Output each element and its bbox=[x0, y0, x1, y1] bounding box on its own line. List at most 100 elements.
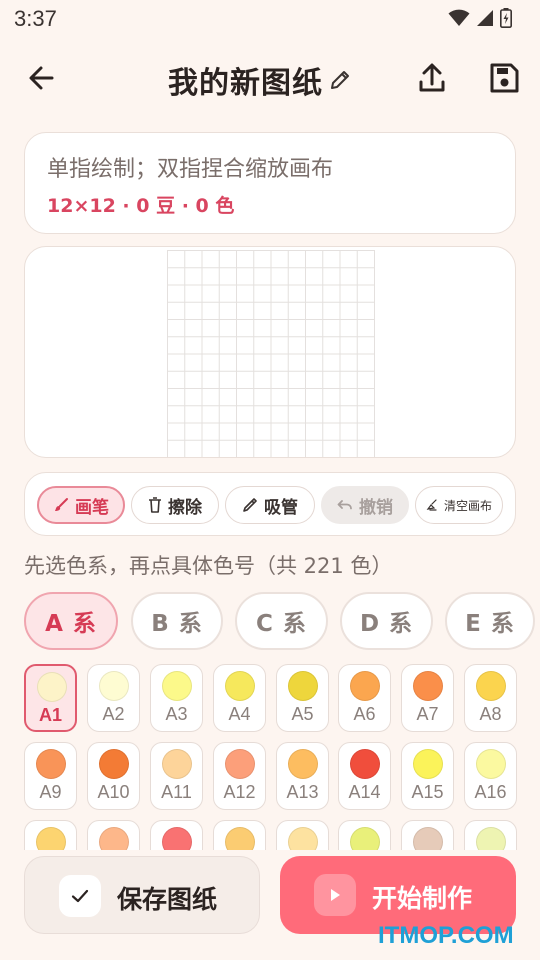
color-swatch[interactable] bbox=[24, 820, 77, 850]
undo-button[interactable]: 撤销 bbox=[321, 486, 409, 524]
cell-signal-icon bbox=[477, 10, 493, 26]
hint-text: 单指绘制；双指捏合缩放画布 bbox=[47, 157, 334, 182]
swatch-color-dot bbox=[162, 671, 192, 701]
swatch-code-label: A12 bbox=[223, 782, 256, 802]
palette-hint: 先选色系，再点具体色号（共 221 色） bbox=[24, 554, 393, 578]
color-swatch-a6[interactable]: A6 bbox=[338, 664, 391, 732]
play-icon-box bbox=[314, 874, 356, 916]
color-swatch-a10[interactable]: A10 bbox=[87, 742, 140, 810]
swatch-color-dot bbox=[288, 749, 318, 779]
eraser-button[interactable]: 擦除 bbox=[131, 486, 219, 524]
eyedropper-icon bbox=[243, 498, 257, 512]
color-swatch-a14[interactable]: A14 bbox=[338, 742, 391, 810]
swatch-code-label: A5 bbox=[291, 704, 314, 724]
undo-icon bbox=[337, 500, 352, 510]
app-bar: 我的新图纸 bbox=[0, 48, 540, 112]
swatch-color-dot bbox=[413, 749, 443, 779]
pencil-icon[interactable] bbox=[329, 69, 351, 91]
swatch-color-dot bbox=[162, 749, 192, 779]
arrow-left-icon bbox=[29, 66, 54, 90]
swatch-color-dot bbox=[413, 827, 443, 850]
series-tab-e[interactable]: E 系 bbox=[445, 592, 535, 650]
brush-label: 画笔 bbox=[75, 497, 109, 518]
swatch-code-label: A2 bbox=[102, 704, 125, 724]
swatch-color-dot bbox=[288, 671, 318, 701]
swatch-code-label: A4 bbox=[228, 704, 251, 724]
swatch-color-dot bbox=[37, 672, 67, 702]
swatch-grid: A1 A2 A3 A4 A5 A6 A7 A8 A9 A10 A11 A12 A13 A14 A15 A16 bbox=[0, 662, 540, 850]
swatch-code-label: A1 bbox=[38, 705, 62, 725]
color-swatch[interactable] bbox=[338, 820, 391, 850]
color-swatch-a5[interactable]: A5 bbox=[276, 664, 329, 732]
series-tab-c[interactable]: C 系 bbox=[235, 592, 328, 650]
series-tab-d[interactable]: D 系 bbox=[340, 592, 433, 650]
color-swatch[interactable] bbox=[87, 820, 140, 850]
clear-canvas-button[interactable]: 清空画布 bbox=[415, 486, 503, 524]
share-button[interactable] bbox=[412, 58, 452, 98]
color-swatch[interactable] bbox=[401, 820, 454, 850]
undo-label: 撤销 bbox=[359, 497, 393, 518]
eyedropper-button[interactable]: 吸管 bbox=[225, 486, 315, 524]
swatch-code-label: A3 bbox=[165, 704, 188, 724]
color-swatch-a7[interactable]: A7 bbox=[401, 664, 454, 732]
color-swatch[interactable] bbox=[150, 820, 203, 850]
swatch-code-label: A11 bbox=[161, 782, 192, 802]
swatch-color-dot bbox=[99, 827, 129, 850]
battery-charging-icon bbox=[500, 8, 512, 28]
trash-icon bbox=[149, 497, 161, 513]
title-area[interactable]: 我的新图纸 bbox=[168, 58, 351, 102]
status-icons bbox=[448, 8, 512, 28]
color-swatch-a12[interactable]: A12 bbox=[213, 742, 266, 810]
color-swatch-a9[interactable]: A9 bbox=[24, 742, 77, 810]
swatch-color-dot bbox=[350, 827, 380, 850]
back-button[interactable] bbox=[22, 58, 62, 98]
swatch-color-dot bbox=[476, 749, 506, 779]
swatch-color-dot bbox=[350, 749, 380, 779]
save-drawing-button[interactable]: 保存图纸 bbox=[24, 856, 260, 934]
swatch-code-label: A14 bbox=[348, 782, 381, 802]
start-making-label: 开始制作 bbox=[372, 884, 473, 913]
swatch-code-label: A9 bbox=[39, 782, 62, 802]
pixel-grid[interactable] bbox=[167, 250, 375, 458]
color-swatch-a13[interactable]: A13 bbox=[276, 742, 329, 810]
color-swatch[interactable] bbox=[213, 820, 266, 850]
swatch-code-label: A13 bbox=[286, 782, 319, 802]
wifi-icon bbox=[448, 9, 470, 26]
watermark: ITMOP.COM bbox=[378, 922, 514, 949]
swatch-color-dot bbox=[162, 827, 192, 850]
brush-button[interactable]: 画笔 bbox=[37, 486, 125, 524]
swatch-color-dot bbox=[36, 827, 66, 850]
save-drawing-label: 保存图纸 bbox=[117, 885, 218, 914]
color-swatch-a1[interactable]: A1 bbox=[24, 664, 77, 732]
swatch-color-dot bbox=[350, 671, 380, 701]
color-swatch-a2[interactable]: A2 bbox=[87, 664, 140, 732]
swatch-color-dot bbox=[225, 671, 255, 701]
clear-icon bbox=[426, 499, 437, 511]
swatch-color-dot bbox=[99, 671, 129, 701]
save-icon-button[interactable] bbox=[484, 58, 524, 98]
swatch-code-label: A15 bbox=[411, 782, 444, 802]
swatch-color-dot bbox=[99, 749, 129, 779]
color-swatch-a16[interactable]: A16 bbox=[464, 742, 517, 810]
color-swatch[interactable] bbox=[464, 820, 517, 850]
brush-icon bbox=[55, 498, 68, 511]
color-swatch-a8[interactable]: A8 bbox=[464, 664, 517, 732]
color-swatch[interactable] bbox=[276, 820, 329, 850]
swatch-color-dot bbox=[225, 827, 255, 850]
eraser-label: 擦除 bbox=[168, 497, 202, 518]
grid-info: 12×12 · 0 豆 · 0 色 bbox=[47, 195, 235, 217]
swatch-color-dot bbox=[476, 671, 506, 701]
status-time: 3:37 bbox=[14, 6, 57, 31]
swatch-color-dot bbox=[36, 749, 66, 779]
series-tab-a[interactable]: A 系 bbox=[24, 592, 118, 650]
swatch-color-dot bbox=[288, 827, 318, 850]
color-swatch-a4[interactable]: A4 bbox=[213, 664, 266, 732]
swatch-code-label: A10 bbox=[97, 782, 130, 802]
color-swatch-a11[interactable]: A11 bbox=[150, 742, 203, 810]
color-swatch-a3[interactable]: A3 bbox=[150, 664, 203, 732]
canvas-card[interactable] bbox=[24, 246, 516, 458]
swatch-code-label: A8 bbox=[479, 704, 502, 724]
series-tab-b[interactable]: B 系 bbox=[131, 592, 223, 650]
color-swatch-a15[interactable]: A15 bbox=[401, 742, 454, 810]
upload-icon bbox=[419, 63, 445, 92]
